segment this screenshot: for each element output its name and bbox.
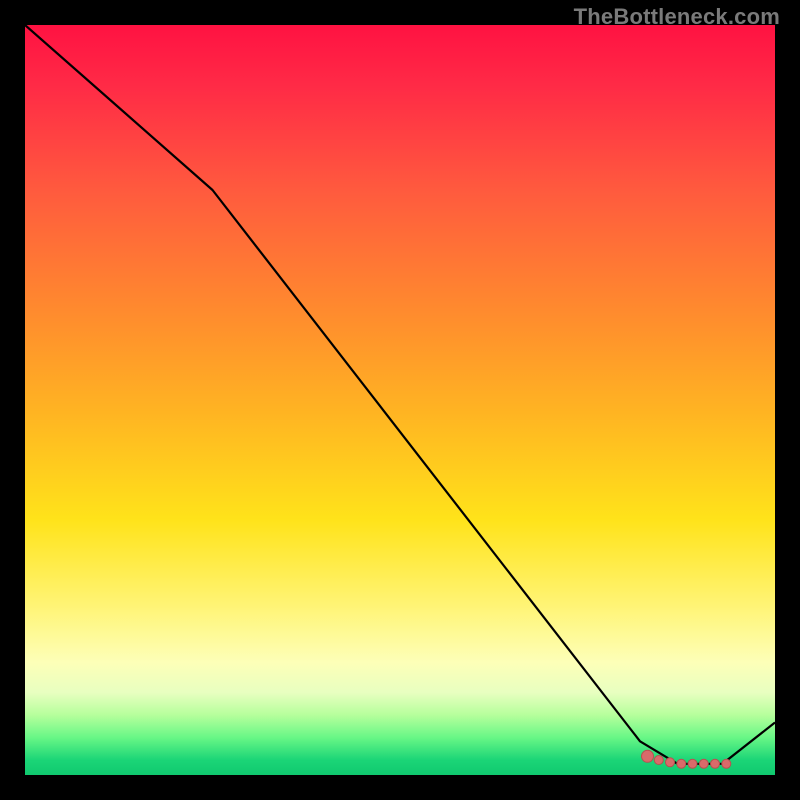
plot-area: [25, 25, 775, 775]
optimal-marker: [722, 759, 731, 768]
optimal-marker: [677, 759, 686, 768]
optimal-marker: [666, 758, 675, 767]
watermark-text: TheBottleneck.com: [574, 4, 780, 30]
optimal-marker: [688, 759, 697, 768]
curve-layer: [25, 25, 775, 775]
optimal-marker: [654, 756, 663, 765]
optimal-marker: [711, 759, 720, 768]
optimal-marker: [642, 750, 654, 762]
bottleneck-curve: [25, 25, 775, 764]
chart-stage: TheBottleneck.com: [0, 0, 800, 800]
optimal-marker: [699, 759, 708, 768]
